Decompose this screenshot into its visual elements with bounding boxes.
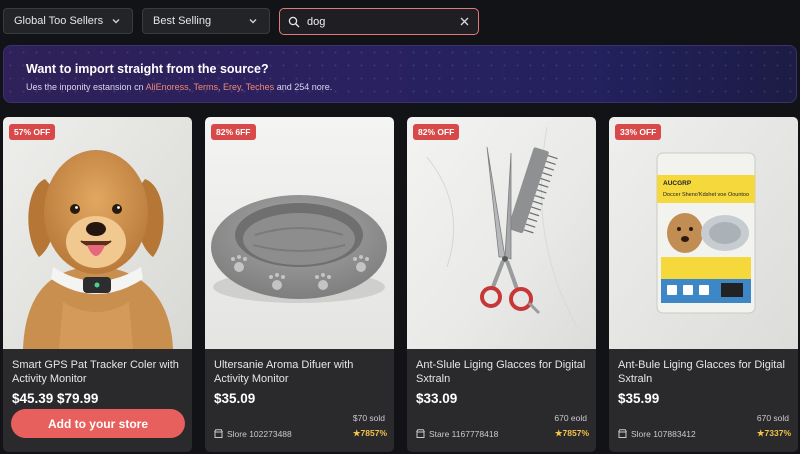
search-input[interactable] xyxy=(307,15,459,28)
banner-link-erey[interactable]: Erey, xyxy=(223,82,243,92)
store-icon xyxy=(416,429,425,438)
rating-value: 7857% xyxy=(562,428,589,438)
discount-badge: 33% OFF xyxy=(615,124,662,140)
discount-badge: 82% 6FF xyxy=(211,124,256,140)
product-title[interactable]: Ultersanie Aroma Difuer with Activity Mo… xyxy=(214,358,388,386)
product-card[interactable]: AUCGRP Doccer Sheno'Kdshet voe Oountoo 3… xyxy=(609,117,798,452)
rating-value: 7857% xyxy=(360,428,387,438)
store-link[interactable]: Slore 107883412 xyxy=(618,429,696,439)
product-image[interactable] xyxy=(407,117,596,349)
store-name: Slore 102273488 xyxy=(227,428,292,439)
region-select[interactable]: Global Too Sellers xyxy=(3,8,133,34)
filter-bar: Global Too Sellers Best Selling xyxy=(0,0,800,42)
banner-subtitle-prefix: Ues the inponity estansion cn xyxy=(26,82,146,92)
product-title[interactable]: Ant-Slule Liging Glacces for Digital Sxt… xyxy=(416,358,590,386)
store-icon xyxy=(214,429,223,438)
rating: ★7857% xyxy=(352,428,387,438)
product-image[interactable] xyxy=(205,117,394,349)
product-price: $35.99 xyxy=(618,391,660,406)
package-headline: Doccer Sheno'Kdshet voe Oountoo xyxy=(663,192,749,198)
region-select-value: Global Too Sellers xyxy=(14,15,104,27)
product-price: $45.39 $79.99 xyxy=(12,391,99,406)
dog-treat-package-photo: AUCGRP Doccer Sheno'Kdshet voe Oountoo xyxy=(609,117,798,349)
banner-link-teches[interactable]: Teches xyxy=(246,82,275,92)
product-title[interactable]: Ant-Bule Liging Glacces for Digital Sxtr… xyxy=(618,358,792,386)
product-card[interactable]: 82% OFF Ant-Slule Liging Glacces for Dig… xyxy=(407,117,596,452)
store-info: Slore 107883412 ★7337% xyxy=(618,428,791,439)
discount-badge: 82% OFF xyxy=(413,124,460,140)
sold-count: $70 sold xyxy=(352,413,385,423)
product-card[interactable]: 57% OFF Smart GPS Pat Tracker Coler with… xyxy=(3,117,192,452)
chevron-down-icon xyxy=(112,19,120,24)
search-box xyxy=(279,8,479,35)
product-image[interactable] xyxy=(3,117,192,349)
store-icon xyxy=(618,429,627,438)
rating: ★7857% xyxy=(554,428,589,438)
clear-search-icon[interactable] xyxy=(459,16,470,27)
product-price: $33.09 xyxy=(416,391,458,406)
store-link[interactable]: Slore 102273488 xyxy=(214,429,292,439)
package-brand: AUCGRP xyxy=(663,180,692,187)
product-price: $35.09 xyxy=(214,391,256,406)
banner-subtitle-suffix: and 254 nore. xyxy=(274,82,333,92)
sort-select[interactable]: Best Selling xyxy=(142,8,270,34)
store-link[interactable]: Stare 1167778418 xyxy=(416,429,498,439)
sold-count: 670 sold xyxy=(756,413,789,423)
golden-retriever-photo xyxy=(3,117,192,349)
store-info: Stare 1167778418 ★7857% xyxy=(416,428,589,439)
product-card[interactable]: 82% 6FF Ultersanie Aroma Difuer with Act… xyxy=(205,117,394,452)
discount-badge: 57% OFF xyxy=(9,124,56,140)
store-name: Slore 107883412 xyxy=(631,428,696,439)
sort-select-value: Best Selling xyxy=(153,15,212,27)
add-to-store-button[interactable]: Add to your store xyxy=(11,409,185,438)
product-title[interactable]: Smart GPS Pat Tracker Coler with Activit… xyxy=(12,358,186,386)
grooming-scissors-comb-photo xyxy=(407,117,596,349)
rating: ★7337% xyxy=(756,428,791,438)
rating-value: 7337% xyxy=(764,428,791,438)
chevron-down-icon xyxy=(249,19,257,24)
banner-title: Want to import straight from the source? xyxy=(26,62,269,76)
product-image[interactable]: AUCGRP Doccer Sheno'Kdshet voe Oountoo xyxy=(609,117,798,349)
banner-subtitle: Ues the inponity estansion cn AliEnoress… xyxy=(26,82,332,92)
banner-link-terms[interactable]: Terms, xyxy=(193,82,220,92)
sold-count: 670 eold xyxy=(554,413,587,423)
store-info: Slore 102273488 ★7857% xyxy=(214,428,387,439)
banner-link-aliexpress[interactable]: AliEnoress, xyxy=(146,82,192,92)
search-icon xyxy=(288,16,300,27)
round-pet-bed-photo xyxy=(205,117,394,349)
import-promo-banner[interactable]: Want to import straight from the source?… xyxy=(3,45,797,103)
store-name: Stare 1167778418 xyxy=(429,428,499,439)
